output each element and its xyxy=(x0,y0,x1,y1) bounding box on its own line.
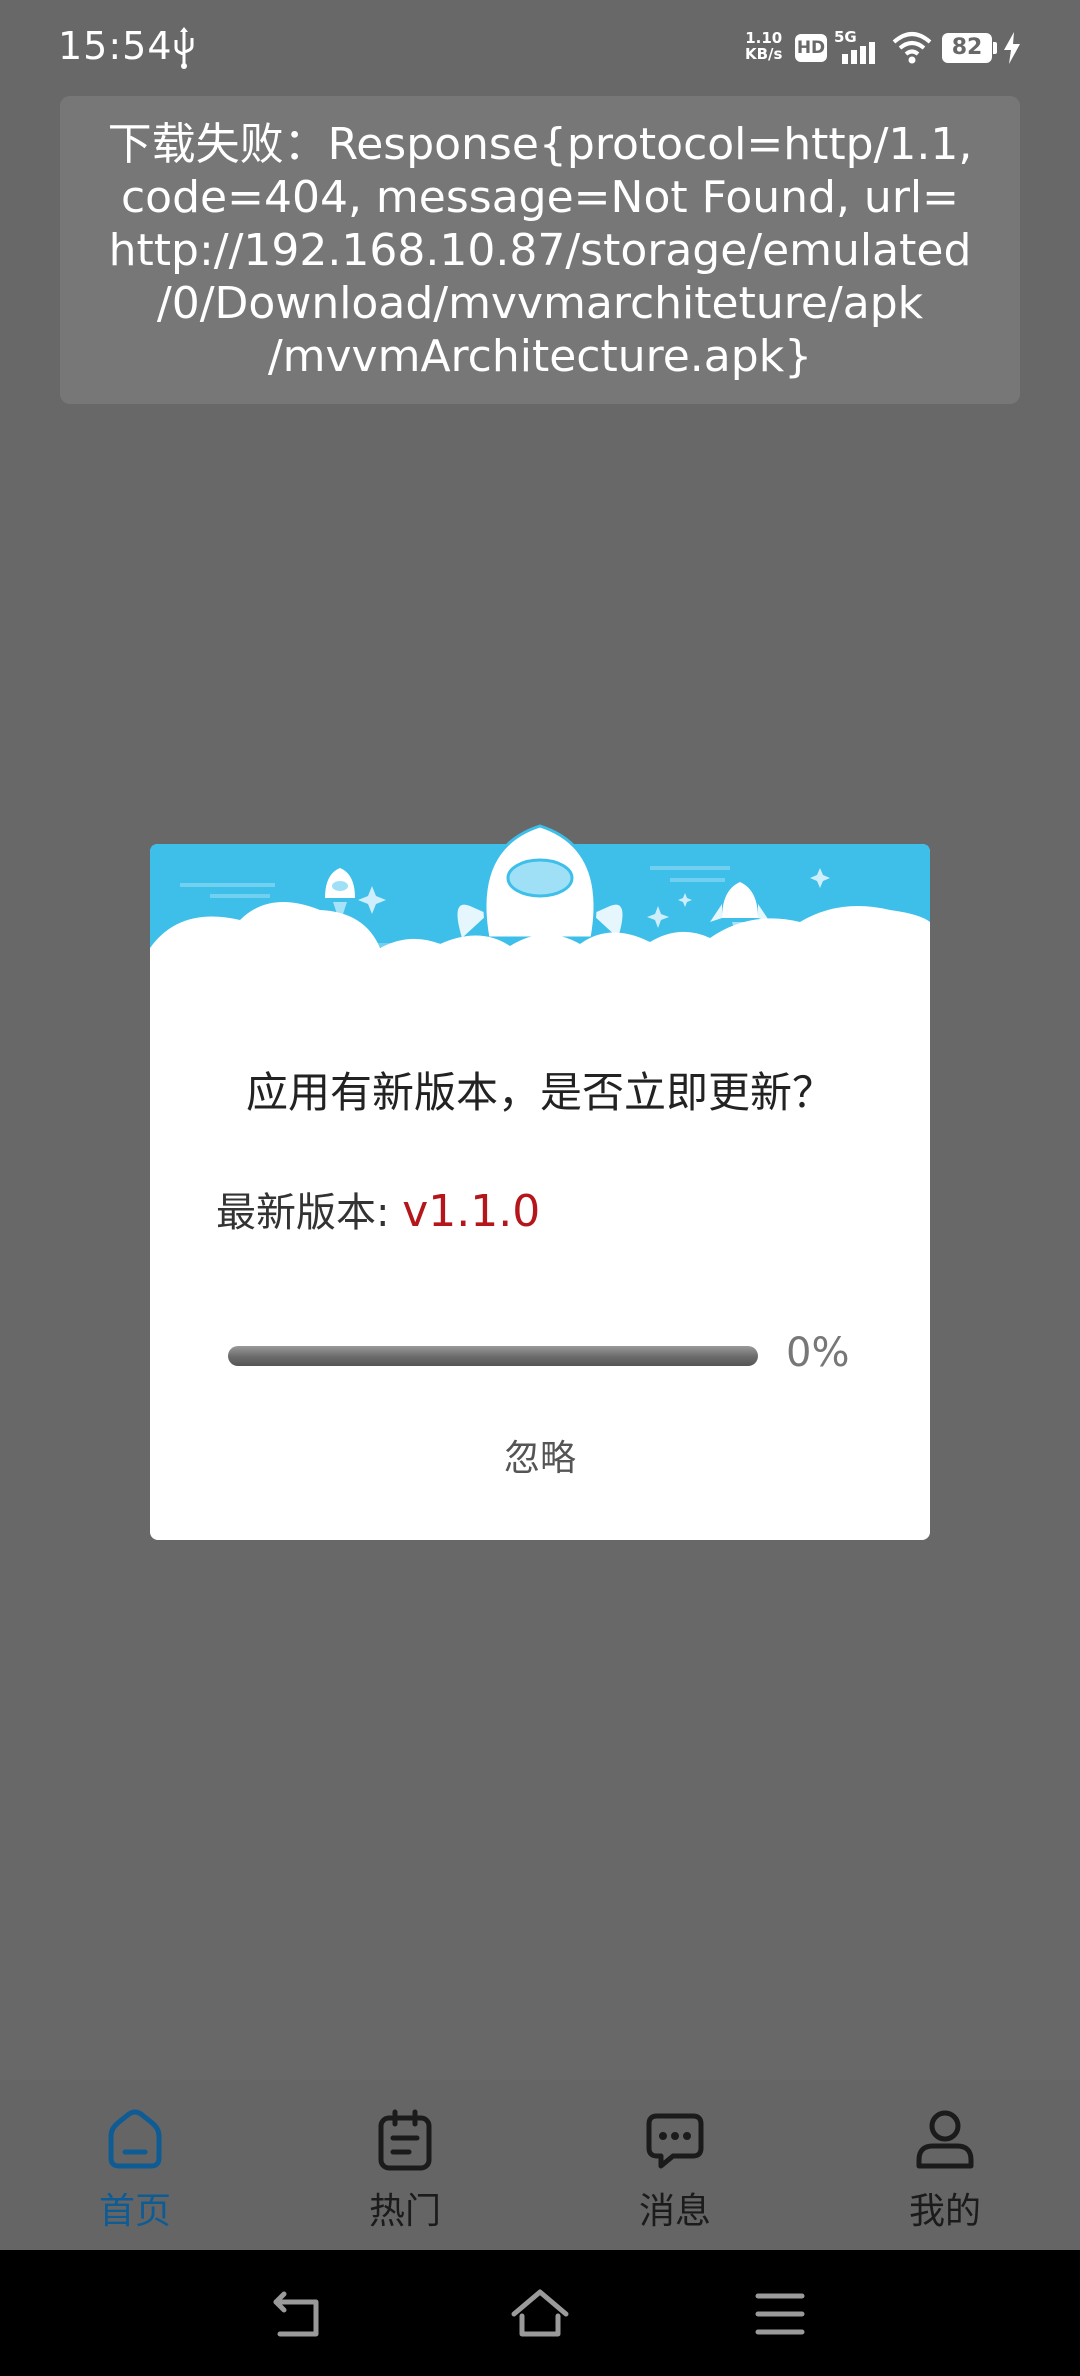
rocket-header-illustration xyxy=(150,824,930,1058)
network-type: 5G xyxy=(834,28,857,46)
charging-icon xyxy=(1004,32,1020,64)
progress-percent: 0% xyxy=(786,1330,850,1376)
ignore-button[interactable]: 忽略 xyxy=(440,1424,640,1494)
version-row: 最新版本: v1.1.0 xyxy=(216,1180,540,1238)
tab-home-label: 首页 xyxy=(98,2191,171,2232)
tab-mine-label: 我的 xyxy=(908,2191,981,2232)
hd-icon: HD xyxy=(795,34,827,62)
tab-messages[interactable]: 消息 xyxy=(595,2108,755,2238)
clipboard-icon xyxy=(378,2109,432,2171)
bottom-nav: 首页 热门 消息 我的 xyxy=(0,2080,1080,2250)
user-icon xyxy=(916,2110,974,2169)
net-speed-value: 1.10 xyxy=(745,29,783,47)
dialog-title: 应用有新版本，是否立即更新？ xyxy=(245,1068,834,1117)
toast-line: 下载失败：Response{protocol=http/1.1, xyxy=(107,119,973,170)
home-icon xyxy=(108,2109,162,2169)
version-value: v1.1.0 xyxy=(402,1186,541,1237)
toast-line: /0/Download/mvvmarchiteture/apk xyxy=(156,278,924,329)
tab-mine[interactable]: 我的 xyxy=(865,2108,1025,2238)
net-speed: 1.10 KB/s xyxy=(745,30,782,62)
chat-icon xyxy=(646,2113,704,2169)
status-bar: 15:54 1.10 KB/s HD 5G 82 xyxy=(0,0,1080,96)
home-icon[interactable] xyxy=(510,2286,570,2342)
tab-home[interactable]: 首页 xyxy=(55,2108,215,2238)
tab-hot-label: 热门 xyxy=(368,2191,441,2232)
status-time: 15:54 xyxy=(58,24,173,68)
error-toast: 下载失败：Response{protocol=http/1.1, code=40… xyxy=(60,96,1020,404)
net-speed-unit: KB/s xyxy=(745,45,783,63)
system-nav-bar xyxy=(0,2250,1080,2376)
version-label: 最新版本: xyxy=(216,1190,403,1236)
usb-icon xyxy=(174,27,194,69)
signal-icon: 5G xyxy=(834,28,875,64)
menu-icon[interactable] xyxy=(750,2286,810,2342)
toast-line: http://192.168.10.87/storage/emulated xyxy=(108,225,972,276)
download-progress-bar xyxy=(228,1346,758,1366)
battery-icon: 82 xyxy=(942,33,997,63)
tab-hot[interactable]: 热门 xyxy=(325,2108,485,2238)
update-dialog: 应用有新版本，是否立即更新？ 最新版本: v1.1.0 0% 忽略 xyxy=(150,824,930,1540)
wifi-icon xyxy=(892,32,932,64)
tab-messages-label: 消息 xyxy=(638,2191,711,2232)
toast-line: code=404, message=Not Found, url= xyxy=(120,172,960,223)
toast-line: /mvvmArchitecture.apk} xyxy=(267,331,813,382)
back-icon[interactable] xyxy=(270,2286,330,2342)
